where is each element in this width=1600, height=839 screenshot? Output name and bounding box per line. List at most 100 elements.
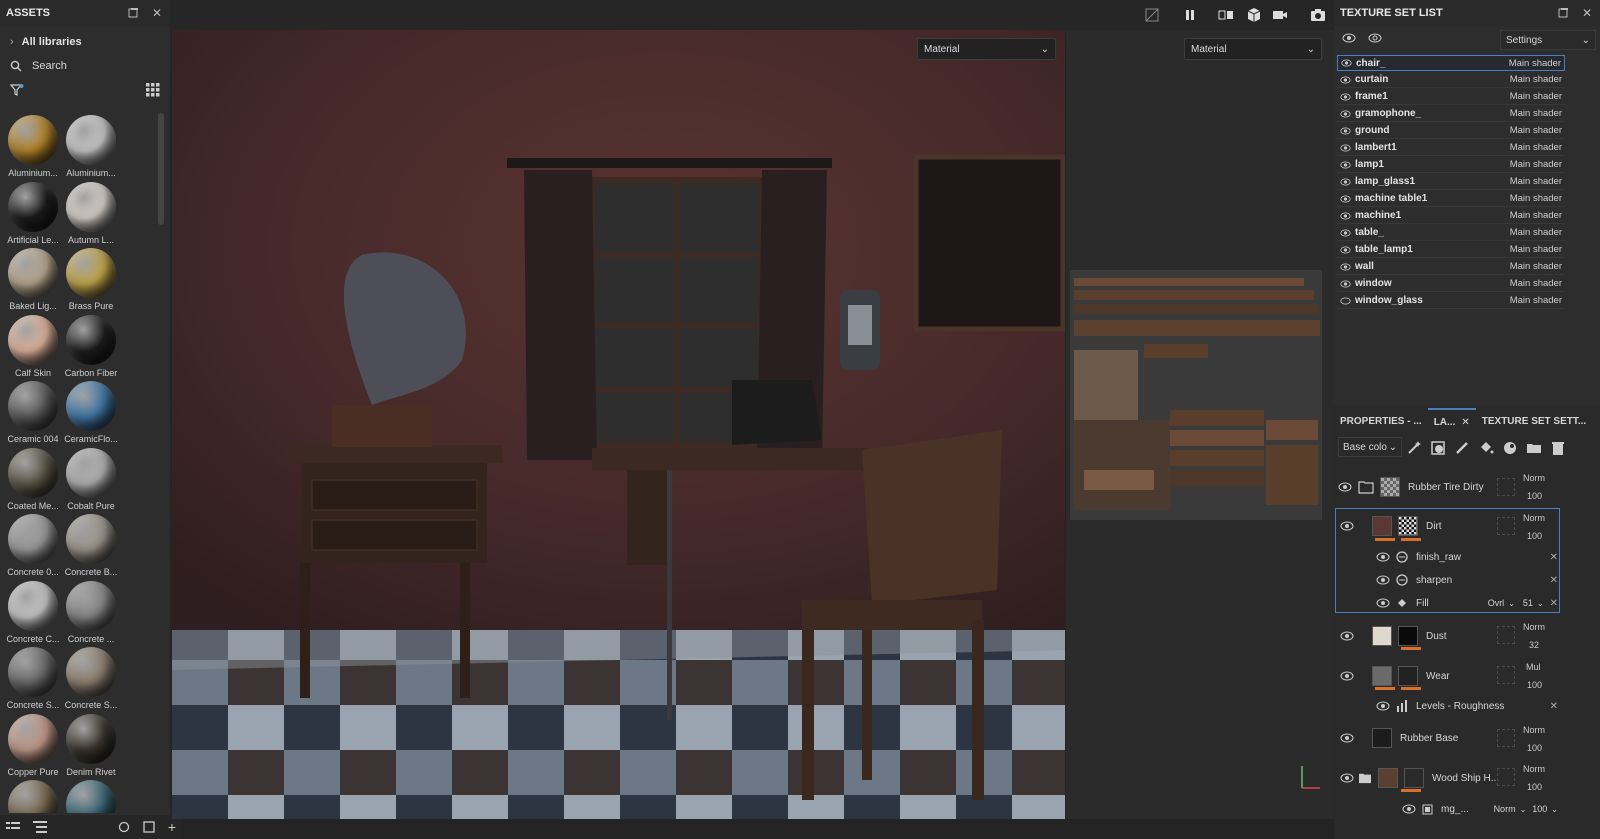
shader-name[interactable]: Main shader [1510,74,1562,85]
shader-name[interactable]: Main shader [1510,142,1562,153]
list-view-icon[interactable] [6,821,20,833]
asset-tile[interactable] [4,778,62,813]
texture-set-item[interactable]: chair_ Main shader [1337,55,1565,71]
trash-icon[interactable] [1550,440,1566,456]
shader-name[interactable]: Main shader [1510,176,1562,187]
add-icon[interactable]: + [168,819,176,835]
camera-video-icon[interactable] [1272,7,1288,23]
asset-tile[interactable]: Autumn L... [62,180,120,246]
texture-set-item[interactable]: table_lamp1 Main shader [1337,242,1565,258]
shader-name[interactable]: Main shader [1510,193,1562,204]
asset-tile[interactable]: Concrete ... [62,579,120,645]
eye-icon[interactable] [1340,631,1354,641]
visibility-toggle-icon[interactable] [1342,32,1356,44]
close-icon[interactable]: ✕ [150,6,164,20]
close-icon[interactable]: ✕ [1461,417,1469,428]
split-view-icon[interactable] [1218,7,1234,23]
layer-mask-slot[interactable] [1497,517,1515,535]
asset-tile[interactable]: Cobalt Pure [62,446,120,512]
asset-tile[interactable]: Calf Skin [4,313,62,379]
layer-mask-slot[interactable] [1497,729,1515,747]
tab-properties[interactable]: PROPERTIES - ... [1334,416,1428,427]
shader-name[interactable]: Main shader [1510,108,1562,119]
asset-tile[interactable]: Artificial Le... [4,180,62,246]
hide-icon[interactable] [1144,7,1160,23]
eye-icon[interactable] [1340,92,1351,101]
tab-layers[interactable]: LA... ✕ [1427,408,1476,434]
close-icon[interactable]: ✕ [1550,598,1558,609]
maximize-icon[interactable] [1556,6,1570,20]
assets-scrollbar[interactable] [158,113,164,225]
effect-sharpen[interactable]: sharpen ✕ [1336,571,1562,589]
layer-opacity[interactable]: 100 [1527,782,1542,792]
layer-mask-slot[interactable] [1497,478,1515,496]
eye-icon[interactable] [1340,521,1354,531]
texture-set-item[interactable]: lambert1 Main shader [1337,140,1565,156]
texture-set-item[interactable]: wall Main shader [1337,259,1565,275]
eye-icon[interactable] [1340,126,1351,135]
asset-tile[interactable]: Concrete S... [62,645,120,711]
texture-set-item[interactable]: frame1 Main shader [1337,89,1565,105]
eye-icon[interactable] [1376,598,1390,608]
texture-set-item[interactable]: curtain Main shader [1337,72,1565,88]
folder-icon[interactable] [1526,440,1542,456]
screenshot-icon[interactable] [1310,7,1326,23]
details-view-icon[interactable] [33,821,47,833]
texture-set-item[interactable]: lamp1 Main shader [1337,157,1565,173]
asset-tile[interactable] [62,778,120,813]
close-icon[interactable]: ✕ [1550,552,1558,563]
channel-select[interactable]: Base colo ⌄ [1338,437,1402,457]
texture-set-item[interactable]: table_ Main shader [1337,225,1565,241]
shader-name[interactable]: Main shader [1510,244,1562,255]
eye-icon[interactable] [1340,160,1351,169]
eye-icon[interactable] [1340,245,1351,254]
blend-mode[interactable]: Norm [1523,764,1545,774]
texture-set-item[interactable]: machine1 Main shader [1337,208,1565,224]
layer-opacity[interactable]: 100 [1527,680,1542,690]
texture-set-item[interactable]: ground Main shader [1337,123,1565,139]
eye-icon[interactable] [1338,482,1352,492]
eye-icon[interactable] [1340,733,1354,743]
layer-opacity[interactable]: 100 [1527,531,1542,541]
shader-name[interactable]: Main shader [1509,58,1561,69]
asset-tile[interactable]: Concrete B... [62,512,120,578]
asset-tile[interactable]: Concrete 0... [4,512,62,578]
paint-brush-icon[interactable] [1454,440,1470,456]
layer-opacity[interactable]: 100 [1527,491,1542,501]
eye-icon[interactable] [1340,228,1351,237]
3d-viewport[interactable]: Material ⌄ [172,30,1065,819]
close-icon[interactable]: ✕ [1550,575,1558,586]
blend-mode[interactable]: Norm [1523,473,1545,483]
eye-icon[interactable] [1340,296,1351,305]
texture-set-item[interactable]: gramophone_ Main shader [1337,106,1565,122]
smart-material-icon[interactable] [1502,440,1518,456]
fill-bucket-icon[interactable] [1478,440,1494,456]
mask-icon[interactable] [1430,440,1446,456]
eye-icon[interactable] [1340,194,1351,203]
blend-mode[interactable]: Mul [1526,662,1541,672]
eye-icon[interactable] [1340,279,1351,288]
layer-opacity[interactable]: 32 [1529,640,1539,650]
texture-set-item[interactable]: lamp_glass1 Main shader [1337,174,1565,190]
blend-mode[interactable]: Ovrl [1488,598,1505,608]
eye-icon[interactable] [1340,177,1351,186]
eye-icon[interactable] [1340,262,1351,271]
asset-tile[interactable]: Carbon Fiber [62,313,120,379]
eye-icon[interactable] [1340,75,1351,84]
effect-opacity[interactable]: 51 [1523,598,1533,608]
tab-texture-set-settings[interactable]: TEXTURE SET SETT... [1476,416,1592,427]
eye-icon[interactable] [1340,773,1354,783]
asset-tile[interactable]: Ceramic 004 [4,379,62,445]
shader-name[interactable]: Main shader [1510,125,1562,136]
asset-tile[interactable]: Aluminium... [62,113,120,179]
all-libraries-row[interactable]: › All libraries [0,30,170,54]
asset-tile[interactable]: Concrete S... [4,645,62,711]
effect-levels-roughness[interactable]: Levels - Roughness ✕ [1336,697,1562,715]
shader-name[interactable]: Main shader [1510,278,1562,289]
search-input[interactable]: Search [32,60,67,72]
layer-mask-slot[interactable] [1497,626,1515,644]
asset-tile[interactable]: Coated Me... [4,446,62,512]
eye-icon[interactable] [1341,59,1352,67]
shader-name[interactable]: Main shader [1510,227,1562,238]
texture-set-item[interactable]: window Main shader [1337,276,1565,292]
